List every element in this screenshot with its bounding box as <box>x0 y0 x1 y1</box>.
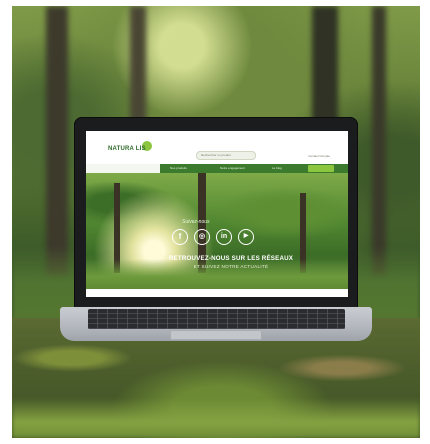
main-navigation: Nos produits Notre engagement Le blog <box>160 164 348 173</box>
facebook-icon[interactable]: f <box>172 229 188 245</box>
search-input[interactable]: Rechercher un produit <box>196 151 256 160</box>
shop-button[interactable] <box>308 165 334 172</box>
background-tree-trunk <box>372 6 386 276</box>
header-links[interactable]: Contact Compte <box>308 154 330 158</box>
hero-title: RETROUVEZ-NOUS SUR LES RÉSEAUX <box>168 255 294 262</box>
site-header: NATURA LIS Rechercher un produit Contact… <box>86 131 348 164</box>
keyboard-key-rows <box>88 309 345 329</box>
nav-item-engagement[interactable]: Notre engagement <box>220 166 245 170</box>
linkedin-icon[interactable]: in <box>216 229 232 245</box>
site-logo[interactable]: NATURA LIS <box>108 146 146 152</box>
page-footer-strip <box>86 289 348 297</box>
nav-item-blog[interactable]: Le blog <box>272 166 282 170</box>
laptop-trackpad <box>170 330 262 340</box>
instagram-icon[interactable]: ◎ <box>194 229 210 245</box>
background-tree-trunk <box>46 6 68 276</box>
social-label: Suivez-nous <box>182 219 210 225</box>
youtube-icon[interactable]: ▶ <box>238 229 254 245</box>
nav-item-products[interactable]: Nos produits <box>170 166 187 170</box>
laptop-screen: NATURA LIS Rechercher un produit Contact… <box>86 131 348 297</box>
hero-subtitle: ET SUIVEZ NOTRE ACTUALITÉ <box>193 264 269 269</box>
moss-foreground <box>12 398 420 438</box>
